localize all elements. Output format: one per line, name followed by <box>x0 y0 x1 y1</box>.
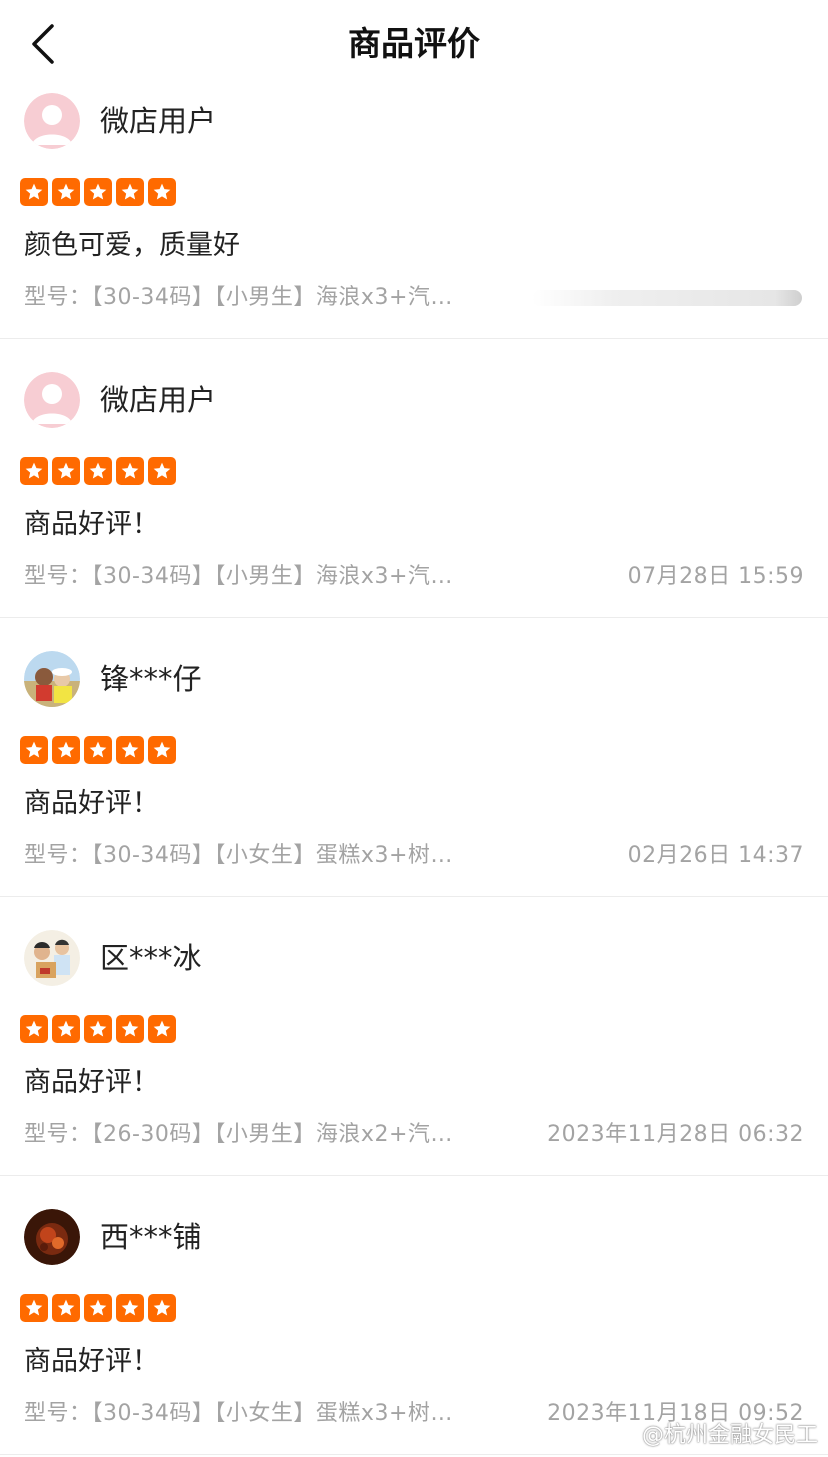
star-icon <box>148 178 176 206</box>
review-item: 微店用户 颜色可爱，质量好 型号：【30-34码】【小男生】海浪x3+汽… <box>0 60 828 339</box>
username: 微店用户 <box>100 383 217 417</box>
star-rating <box>20 1294 176 1322</box>
review-item: 区***冰 商品好评！ 型号：【26-30码】【小男生】海浪x2+汽… 2023… <box>0 897 828 1176</box>
star-rating <box>20 457 176 485</box>
review-item: 微店用户 商品好评！ 型号：【30-34码】【小男生】海浪x3+汽… 07月28… <box>0 339 828 618</box>
star-icon <box>20 1294 48 1322</box>
username: 西***铺 <box>100 1220 202 1254</box>
star-icon <box>116 457 144 485</box>
star-icon <box>20 736 48 764</box>
star-icon <box>52 178 80 206</box>
star-icon <box>148 457 176 485</box>
star-icon <box>20 457 48 485</box>
review-content: 商品好评！ <box>24 509 159 540</box>
product-spec: 型号：【30-34码】【小女生】蛋糕x3+树… <box>24 843 453 868</box>
review-item: 西***铺 商品好评！ 型号：【30-34码】【小女生】蛋糕x3+树… 2023… <box>0 1176 828 1455</box>
star-icon <box>20 178 48 206</box>
product-spec: 型号：【30-34码】【小男生】海浪x3+汽… <box>24 564 453 589</box>
avatar[interactable] <box>24 930 80 986</box>
star-icon <box>52 1015 80 1043</box>
star-icon <box>148 1015 176 1043</box>
avatar[interactable] <box>24 93 80 149</box>
review-time: 02月26日 14:37 <box>627 843 804 868</box>
star-icon <box>116 1294 144 1322</box>
star-icon <box>52 457 80 485</box>
star-icon <box>148 736 176 764</box>
username: 区***冰 <box>100 941 202 975</box>
star-icon <box>84 178 112 206</box>
star-icon <box>84 1294 112 1322</box>
star-rating <box>20 1015 176 1043</box>
review-content: 商品好评！ <box>24 788 159 819</box>
review-time: 07月28日 15:59 <box>627 564 804 589</box>
username: 微店用户 <box>100 104 217 138</box>
star-icon <box>20 1015 48 1043</box>
star-icon <box>84 457 112 485</box>
star-rating <box>20 736 176 764</box>
username: 锋***仔 <box>100 662 202 696</box>
product-spec: 型号：【26-30码】【小男生】海浪x2+汽… <box>24 1122 453 1147</box>
star-icon <box>116 1015 144 1043</box>
star-icon <box>84 1015 112 1043</box>
avatar[interactable] <box>24 1209 80 1265</box>
review-item: 锋***仔 商品好评！ 型号：【30-34码】【小女生】蛋糕x3+树… 02月2… <box>0 618 828 897</box>
blurred-timestamp <box>532 290 802 306</box>
star-icon <box>52 736 80 764</box>
watermark: @杭州金融女民工 <box>641 1423 818 1448</box>
review-content: 商品好评！ <box>24 1346 159 1377</box>
product-spec: 型号：【30-34码】【小女生】蛋糕x3+树… <box>24 1401 453 1426</box>
star-icon <box>84 736 112 764</box>
star-icon <box>148 1294 176 1322</box>
review-content: 颜色可爱，质量好 <box>24 230 240 261</box>
product-spec: 型号：【30-34码】【小男生】海浪x3+汽… <box>24 285 453 310</box>
star-rating <box>20 178 176 206</box>
review-time: 2023年11月28日 06:32 <box>547 1122 804 1147</box>
star-icon <box>116 178 144 206</box>
review-content: 商品好评！ <box>24 1067 159 1098</box>
avatar[interactable] <box>24 651 80 707</box>
star-icon <box>52 1294 80 1322</box>
star-icon <box>116 736 144 764</box>
avatar[interactable] <box>24 372 80 428</box>
